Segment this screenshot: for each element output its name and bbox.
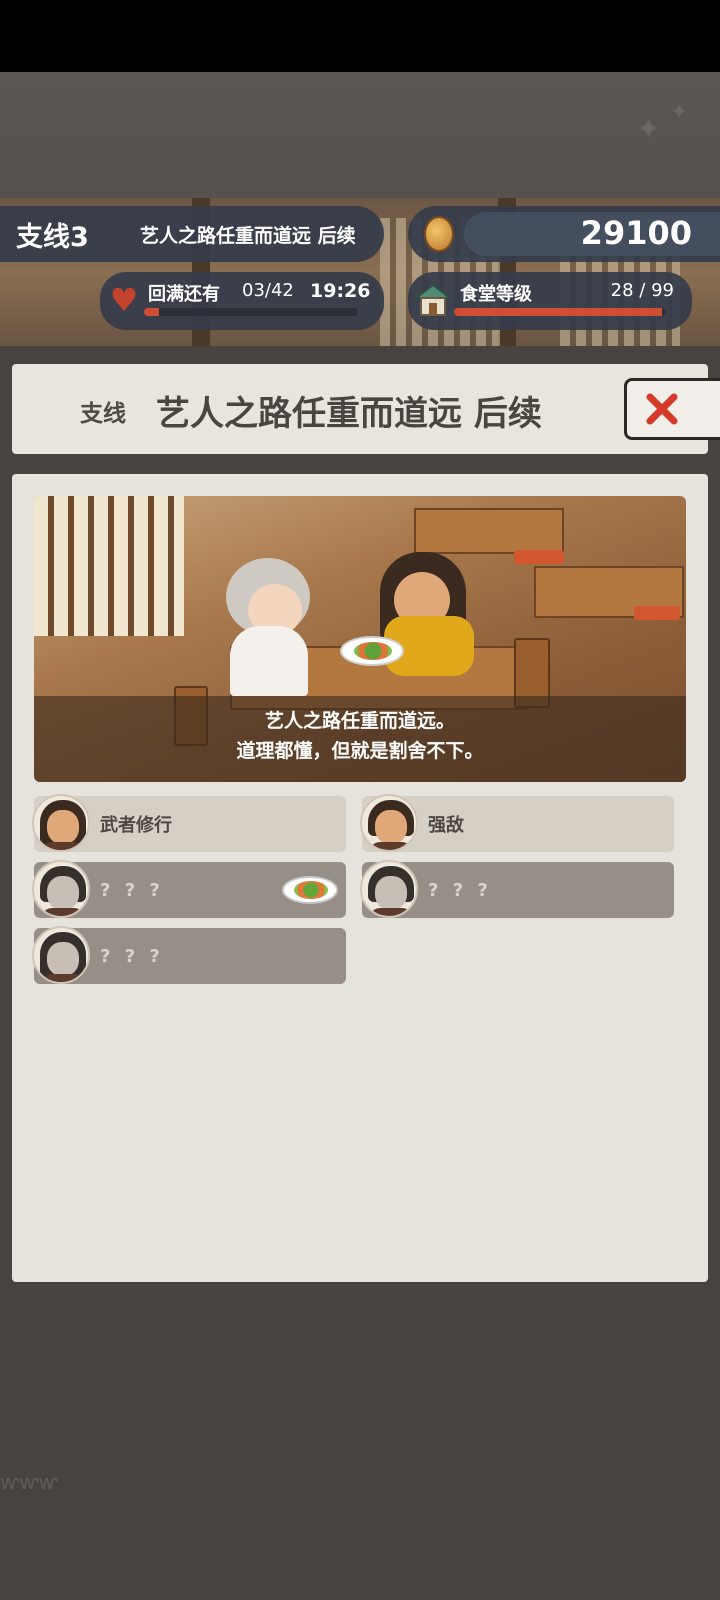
portrait-collar <box>42 908 84 916</box>
coin-icon <box>424 216 454 252</box>
portrait-face <box>375 810 407 844</box>
quest-indicator[interactable]: 支线3 艺人之路任重而道远 后续 <box>0 206 384 262</box>
page-title: 艺人之路任重而道远 后续 <box>156 394 542 434</box>
story-card-locked[interactable]: ? ? ? <box>32 926 346 984</box>
caption-line-1: 艺人之路任重而道远。 <box>264 710 455 732</box>
energy-label: 回满还有 <box>148 284 220 305</box>
canteen-level-indicator[interactable]: 食堂等级 28 / 99 <box>408 272 692 330</box>
status-bar <box>0 0 720 72</box>
story-card-locked[interactable]: ? ? ? <box>360 860 674 918</box>
story-card-label: 武者修行 <box>100 815 172 836</box>
story-card-locked[interactable]: ? ? ? <box>32 860 346 918</box>
story-card[interactable]: 武者修行 <box>32 794 346 852</box>
dish-icon <box>282 876 338 904</box>
story-title-card: 支线 艺人之路任重而道远 后续 <box>12 364 708 454</box>
level-bar <box>454 308 666 316</box>
portrait-collar <box>42 842 84 850</box>
portrait-face <box>375 876 407 910</box>
dish-icon <box>340 636 404 666</box>
table <box>414 508 564 554</box>
energy-timer: 19:26 <box>310 280 371 302</box>
coin-counter[interactable]: 29100 <box>408 206 720 262</box>
level-bar-fill <box>454 308 662 316</box>
caption-line-2: 道理都懂，但就是割舍不下。 <box>236 740 484 762</box>
portrait-face <box>47 876 79 910</box>
title-prefix: 支线 <box>80 401 126 427</box>
character-portrait <box>32 926 90 984</box>
story-illustration: 艺人之路任重而道远。 道理都懂，但就是割舍不下。 <box>34 496 686 782</box>
story-card-label: ? ? ? <box>100 879 164 901</box>
heart-icon: ♥ <box>109 281 139 319</box>
shoji-window <box>34 496 184 636</box>
level-value: 28 / 99 <box>610 280 674 301</box>
quest-title: 艺人之路任重而道远 后续 <box>140 224 356 247</box>
granny-body <box>230 626 308 696</box>
portrait-collar <box>42 974 84 982</box>
sparkle-icon: ✦ <box>636 112 662 147</box>
sparkle-icon: ✦ <box>670 100 689 125</box>
cushion <box>634 606 680 620</box>
story-card-label: ? ? ? <box>100 945 164 967</box>
top-background: ✦ ✦ <box>0 72 720 205</box>
story-card-label: 强敌 <box>428 815 464 836</box>
character-portrait <box>32 860 90 918</box>
character-portrait <box>360 794 418 852</box>
story-card[interactable]: 强敌 <box>360 794 674 852</box>
energy-indicator[interactable]: ♥ 回满还有 03/42 19:26 <box>100 272 384 330</box>
character-portrait <box>32 794 90 852</box>
portrait-collar <box>370 908 412 916</box>
level-label: 食堂等级 <box>460 284 532 305</box>
energy-bar-fill <box>144 308 159 316</box>
house-icon <box>414 283 452 316</box>
story-card-label: ? ? ? <box>428 879 492 901</box>
quest-tag: 支线3 <box>16 221 89 253</box>
close-icon <box>646 393 678 425</box>
character-portrait <box>360 860 418 918</box>
grass-decoration: ⱳⱳⱳ <box>0 1470 58 1494</box>
energy-bar <box>144 308 358 316</box>
close-button[interactable] <box>624 378 720 440</box>
cushion <box>514 550 564 564</box>
portrait-collar <box>370 842 412 850</box>
coin-value: 29100 <box>580 214 692 252</box>
portrait-face <box>47 942 79 976</box>
portrait-face <box>47 810 79 844</box>
energy-count: 03/42 <box>242 280 294 301</box>
scene-caption: 艺人之路任重而道远。 道理都懂，但就是割舍不下。 <box>34 696 686 782</box>
